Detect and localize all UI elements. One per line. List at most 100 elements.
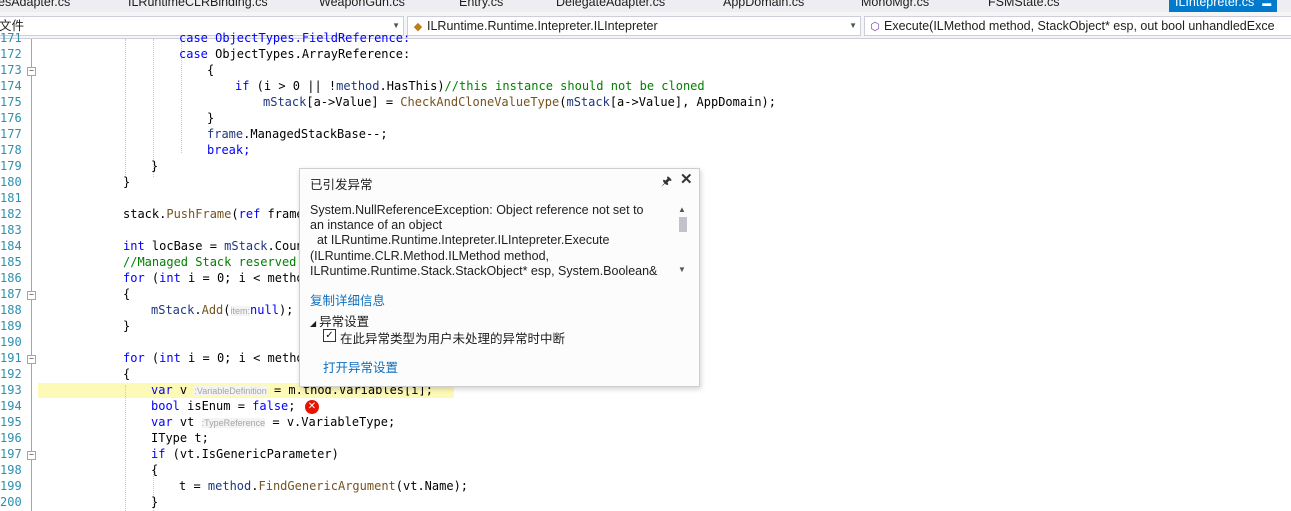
- code-line: }: [123, 319, 130, 333]
- parameter-hint: item:: [230, 306, 251, 316]
- line-number: 189: [0, 319, 22, 333]
- line-number: 199: [0, 479, 22, 493]
- line-number: 181: [0, 191, 22, 205]
- copy-details-link[interactable]: 复制详细信息: [310, 290, 385, 309]
- tab-delegateadapter[interactable]: DelegateAdapter.cs: [556, 0, 665, 9]
- code-token: .ManagedStackBase--;: [243, 127, 388, 141]
- code-token: [a->Value], AppDomain);: [609, 95, 776, 109]
- open-exception-settings-link[interactable]: 打开异常设置: [323, 357, 398, 376]
- code-token: case: [179, 47, 208, 61]
- code-token: (: [144, 271, 160, 285]
- indent-guide: [125, 39, 126, 177]
- code-token: i = 0; i < metho: [180, 271, 304, 285]
- line-number: 190: [0, 335, 22, 349]
- code-token: {: [123, 367, 131, 381]
- pin-icon[interactable]: 🖈: [661, 172, 672, 193]
- code-token: i = 0; i < metho: [180, 351, 304, 365]
- line-number: 183: [0, 223, 22, 237]
- code-token: = v.VariableType;: [265, 415, 396, 429]
- tab-fsmstate[interactable]: FSMState.cs: [988, 0, 1060, 9]
- tab-appdomain[interactable]: AppDomain.cs: [723, 0, 804, 9]
- collapse-triangle-icon: ◢: [310, 319, 317, 328]
- tab-esadapter[interactable]: esAdapter.cs: [0, 0, 70, 9]
- pin-icon[interactable]: ▬: [1262, 0, 1271, 8]
- scrollbar-thumb[interactable]: [679, 217, 687, 232]
- break-when-unhandled-checkbox[interactable]: ✓: [323, 329, 336, 342]
- line-number: 187: [0, 287, 22, 301]
- indent-guide: [153, 39, 154, 177]
- line-number: 172: [0, 47, 22, 61]
- scroll-up-icon[interactable]: ▲: [678, 205, 686, 214]
- code-token: .: [251, 479, 259, 493]
- type-label: ILRuntime.Runtime.Intepreter.ILInteprete…: [427, 19, 658, 33]
- code-line: for (int i = 0; i < metho: [123, 271, 304, 285]
- exception-helper-popup: 已引发异常 🖈 ✕ System.NullReferenceException:…: [299, 168, 700, 387]
- collapse-icon[interactable]: −: [27, 355, 36, 364]
- line-number: 196: [0, 431, 22, 445]
- code-line: mStack[a->Value] = CheckAndCloneValueTyp…: [263, 95, 776, 109]
- code-token: (: [231, 207, 239, 221]
- line-number: 182: [0, 207, 22, 221]
- code-line: {: [123, 367, 130, 381]
- code-token: stack.: [123, 207, 167, 221]
- code-token: );: [278, 303, 294, 317]
- popup-title: 已引发异常: [310, 178, 373, 192]
- code-line: frame.ManagedStackBase--;: [207, 127, 388, 141]
- code-token: locBase =: [144, 239, 225, 253]
- code-token: }: [123, 175, 131, 189]
- code-token: int: [123, 239, 145, 253]
- code-token: case ObjectTypes.FieldReference:: [179, 31, 411, 45]
- collapse-icon[interactable]: −: [27, 291, 36, 300]
- line-number: 194: [0, 399, 22, 413]
- code-comment: //Managed Stack reserved: [123, 255, 297, 269]
- line-number: 200: [0, 495, 22, 509]
- code-line: }: [151, 159, 158, 173]
- line-number: 195: [0, 415, 22, 429]
- code-line: }: [207, 111, 214, 125]
- checkbox-label: 在此异常类型为用户未处理的异常时中断: [340, 332, 566, 346]
- code-token: var: [151, 415, 173, 429]
- exception-message: System.NullReferenceException: Object re…: [310, 203, 658, 278]
- scroll-down-icon[interactable]: ▼: [678, 265, 686, 274]
- type-hint: :TypeReference: [201, 418, 266, 428]
- code-line: }: [123, 175, 130, 189]
- code-token: isEnum =: [179, 399, 253, 413]
- tab-ilruntimeclrbinding[interactable]: ILRuntimeCLRBinding.cs: [128, 0, 268, 9]
- code-token: mStack: [151, 303, 195, 317]
- code-line: for (int i = 0; i < metho: [123, 351, 304, 365]
- code-token: if: [235, 79, 250, 93]
- line-number: 178: [0, 143, 22, 157]
- tab-entry[interactable]: Entry.cs: [459, 0, 503, 9]
- code-token: FindGenericArgument: [258, 479, 396, 493]
- line-number: 192: [0, 367, 22, 381]
- line-number: 177: [0, 127, 22, 141]
- indent-guide: [125, 385, 126, 511]
- collapse-icon[interactable]: −: [27, 451, 36, 460]
- line-number: 185: [0, 255, 22, 269]
- code-token: break;: [207, 143, 251, 157]
- type-dropdown[interactable]: ◆ ILRuntime.Runtime.Intepreter.ILIntepret…: [407, 16, 861, 36]
- code-token: Add: [201, 303, 224, 317]
- code-line: {: [207, 63, 214, 77]
- collapse-icon[interactable]: −: [27, 67, 36, 76]
- line-number: 184: [0, 239, 22, 253]
- line-number: 173: [0, 63, 22, 77]
- code-token: frame: [207, 127, 244, 141]
- code-token: .HasThis): [379, 79, 445, 93]
- tab-weapongun[interactable]: WeaponGun.cs: [319, 0, 405, 9]
- tab-ilintepreter[interactable]: ILIntepreter.cs ▬: [1169, 0, 1278, 12]
- code-token: method: [207, 479, 252, 493]
- code-token: ObjectTypes.ArrayReference:: [207, 47, 411, 61]
- code-token: for: [123, 271, 145, 285]
- code-comment: //this instance should not be cloned: [444, 79, 705, 93]
- code-line: if (vt.IsGenericParameter): [151, 447, 339, 461]
- error-icon[interactable]: ✕: [305, 400, 319, 414]
- tab-monomgr[interactable]: MonoMgr.cs: [861, 0, 929, 9]
- code-token: if: [151, 447, 166, 461]
- line-number: 198: [0, 463, 22, 477]
- code-token: false: [252, 399, 289, 413]
- close-icon[interactable]: ✕: [680, 170, 693, 188]
- code-line: {: [151, 463, 158, 477]
- member-dropdown[interactable]: ⬡ Execute(ILMethod method, StackObject* e…: [864, 16, 1291, 36]
- code-token: vt: [172, 415, 202, 429]
